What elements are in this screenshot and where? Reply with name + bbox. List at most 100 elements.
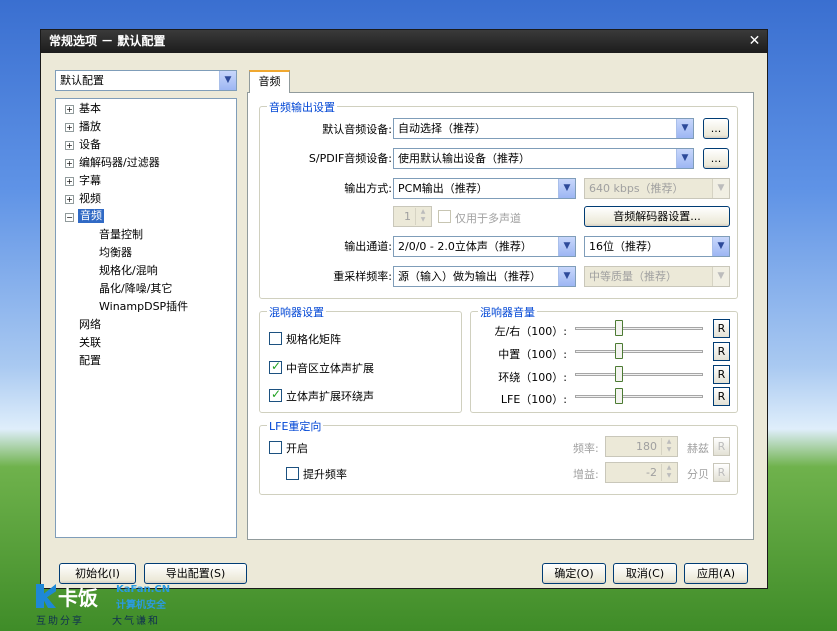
resample-quality-select[interactable]: 中等质量（推荐） ▼ [584, 266, 730, 287]
lfe-gain-reset-button[interactable]: R [713, 463, 730, 482]
volume-slider-surround[interactable] [575, 366, 703, 384]
expand-icon[interactable]: + [65, 123, 74, 132]
multichannel-only-label: 仅用于多声道 [455, 212, 521, 225]
chevron-down-icon[interactable]: ▼ [712, 237, 729, 256]
chevron-down-icon[interactable]: ▼ [676, 149, 693, 168]
volume-slider-lfe[interactable] [575, 388, 703, 406]
resample-label: 重采样频率: [333, 270, 392, 283]
chevron-down-icon[interactable]: ▼ [558, 237, 575, 256]
spinner-arrows-icon[interactable]: ▲ ▼ [661, 438, 676, 455]
tab-panel: 音频输出设置 默认音频设备: 自动选择（推荐） ▼ ... S/PDIF音频设备… [247, 92, 754, 540]
expand-icon[interactable]: + [65, 105, 74, 114]
tree-item-basic[interactable]: 基本 [79, 102, 101, 116]
mixer-volume-group: 混响器音量 左/右（100）: R 中置（100）: R 环绕（100）: R … [470, 304, 738, 413]
resample-select[interactable]: 源（输入）做为输出（推荐） ▼ [393, 266, 576, 287]
expand-icon[interactable]: + [65, 195, 74, 204]
default-device-browse-button[interactable]: ... [703, 118, 729, 139]
tree-item-profiles[interactable]: 配置 [79, 354, 101, 368]
expand-icon[interactable]: + [65, 141, 74, 150]
output-channel-value: 2/0/0 - 2.0立体声（推荐） [398, 240, 532, 253]
group-title: 混响器设置 [267, 304, 326, 320]
tree-item-devices[interactable]: 设备 [79, 138, 101, 152]
volume-label-lfe: LFE（100）: [500, 393, 567, 406]
kafan-logo-icon [36, 584, 56, 608]
tree-item-winamp-dsp[interactable]: WinampDSP插件 [99, 300, 188, 314]
group-title: LFE重定向 [267, 418, 324, 434]
tree-item-subtitles[interactable]: 字幕 [79, 174, 101, 188]
normalize-matrix-label: 规格化矩阵 [286, 333, 341, 346]
kafan-site: KaFan.CN [116, 584, 171, 595]
tree-item-playback[interactable]: 播放 [79, 120, 101, 134]
window-title: 常规选项 － 默认配置 [49, 34, 166, 48]
profile-select[interactable]: 默认配置 ▼ [55, 70, 237, 91]
normalize-matrix-checkbox[interactable] [269, 332, 282, 345]
lfe-gain-value: -2 [646, 466, 657, 479]
tree-item-network[interactable]: 网络 [79, 318, 101, 332]
reset-lfe-button[interactable]: R [713, 387, 730, 406]
collapse-icon[interactable]: − [65, 213, 74, 222]
lfe-enable-label: 开启 [286, 442, 308, 455]
close-icon[interactable]: ✕ [746, 33, 763, 50]
tree-item-associations[interactable]: 关联 [79, 336, 101, 350]
chevron-down-icon[interactable]: ▼ [712, 267, 729, 286]
default-device-select[interactable]: 自动选择（推荐） ▼ [393, 118, 694, 139]
channels-spinner[interactable]: 1 ▲ ▼ [393, 206, 432, 227]
volume-label-front: 左/右（100）: [494, 325, 567, 338]
audio-output-group: 音频输出设置 默认音频设备: 自动选择（推荐） ▼ ... S/PDIF音频设备… [259, 99, 738, 299]
tree-item-video[interactable]: 视频 [79, 192, 101, 206]
volume-slider-front[interactable] [575, 320, 703, 338]
spdif-select[interactable]: 使用默认输出设备（推荐） ▼ [393, 148, 694, 169]
title-bar[interactable]: 常规选项 － 默认配置 ✕ [41, 30, 767, 53]
tree-item-crystal-denoise[interactable]: 晶化/降噪/其它 [99, 282, 172, 296]
surround-expand-checkbox[interactable] [269, 387, 282, 402]
reset-surround-button[interactable]: R [713, 365, 730, 384]
output-mode-select[interactable]: PCM输出（推荐） ▼ [393, 178, 576, 199]
chevron-down-icon[interactable]: ▼ [558, 267, 575, 286]
tree-item-equalizer[interactable]: 均衡器 [99, 246, 132, 260]
lfe-boost-checkbox[interactable] [286, 467, 299, 480]
tree-item-normalize-reverb[interactable]: 规格化/混响 [99, 264, 158, 278]
spinner-arrows-icon[interactable]: ▲ ▼ [661, 464, 676, 481]
decoder-settings-button[interactable]: 音频解码器设置... [584, 206, 730, 227]
output-mode-label: 输出方式: [344, 182, 392, 195]
tab-audio[interactable]: 音频 [249, 70, 290, 93]
volume-label-center: 中置（100）: [498, 348, 567, 361]
multichannel-only-checkbox[interactable] [438, 210, 451, 223]
chevron-down-icon[interactable]: ▼ [558, 179, 575, 198]
lfe-freq-unit: 赫兹 [687, 442, 709, 455]
tree-item-codecs[interactable]: 编解码器/过滤器 [79, 156, 160, 170]
volume-slider-center[interactable] [575, 343, 703, 361]
spdif-value: 使用默认输出设备（推荐） [398, 152, 530, 165]
chevron-down-icon[interactable]: ▼ [219, 71, 236, 90]
chevron-down-icon[interactable]: ▼ [712, 179, 729, 198]
expand-icon[interactable]: + [65, 177, 74, 186]
bit-depth-select[interactable]: 16位（推荐） ▼ [584, 236, 730, 257]
cancel-button[interactable]: 取消(C) [613, 563, 677, 584]
apply-button[interactable]: 应用(A) [684, 563, 748, 584]
output-mode-value: PCM输出（推荐） [398, 182, 488, 195]
surround-expand-label: 立体声扩展环绕声 [286, 390, 374, 403]
expand-icon[interactable]: + [65, 159, 74, 168]
export-config-button[interactable]: 导出配置(S) [144, 563, 247, 584]
reset-center-button[interactable]: R [713, 342, 730, 361]
group-title: 混响器音量 [478, 304, 537, 320]
reset-front-button[interactable]: R [713, 319, 730, 338]
tree-item-audio[interactable]: 音频 [78, 209, 104, 223]
init-button[interactable]: 初始化(I) [59, 563, 136, 584]
lfe-enable-checkbox[interactable] [269, 441, 282, 454]
spdif-browse-button[interactable]: ... [703, 148, 729, 169]
bitrate-select[interactable]: 640 kbps（推荐） ▼ [584, 178, 730, 199]
output-channel-select[interactable]: 2/0/0 - 2.0立体声（推荐） ▼ [393, 236, 576, 257]
options-window: 常规选项 － 默认配置 ✕ 默认配置 ▼ + 基本 + 播放 + 设备 + 编解… [40, 29, 768, 589]
tree-item-volume-control[interactable]: 音量控制 [99, 228, 143, 242]
chevron-down-icon[interactable]: ▼ [676, 119, 693, 138]
lfe-freq-reset-button[interactable]: R [713, 437, 730, 456]
settings-tree: + 基本 + 播放 + 设备 + 编解码器/过滤器 + 字幕 + 视频 − 音频… [55, 98, 237, 538]
ok-button[interactable]: 确定(O) [542, 563, 606, 584]
spinner-arrows-icon[interactable]: ▲ ▼ [415, 208, 430, 225]
group-title: 音频输出设置 [267, 99, 337, 115]
lfe-freq-spinner[interactable]: 180 ▲ ▼ [605, 436, 678, 457]
center-expand-checkbox[interactable] [269, 359, 282, 374]
bit-depth-value: 16位（推荐） [589, 240, 658, 253]
lfe-gain-spinner[interactable]: -2 ▲ ▼ [605, 462, 678, 483]
